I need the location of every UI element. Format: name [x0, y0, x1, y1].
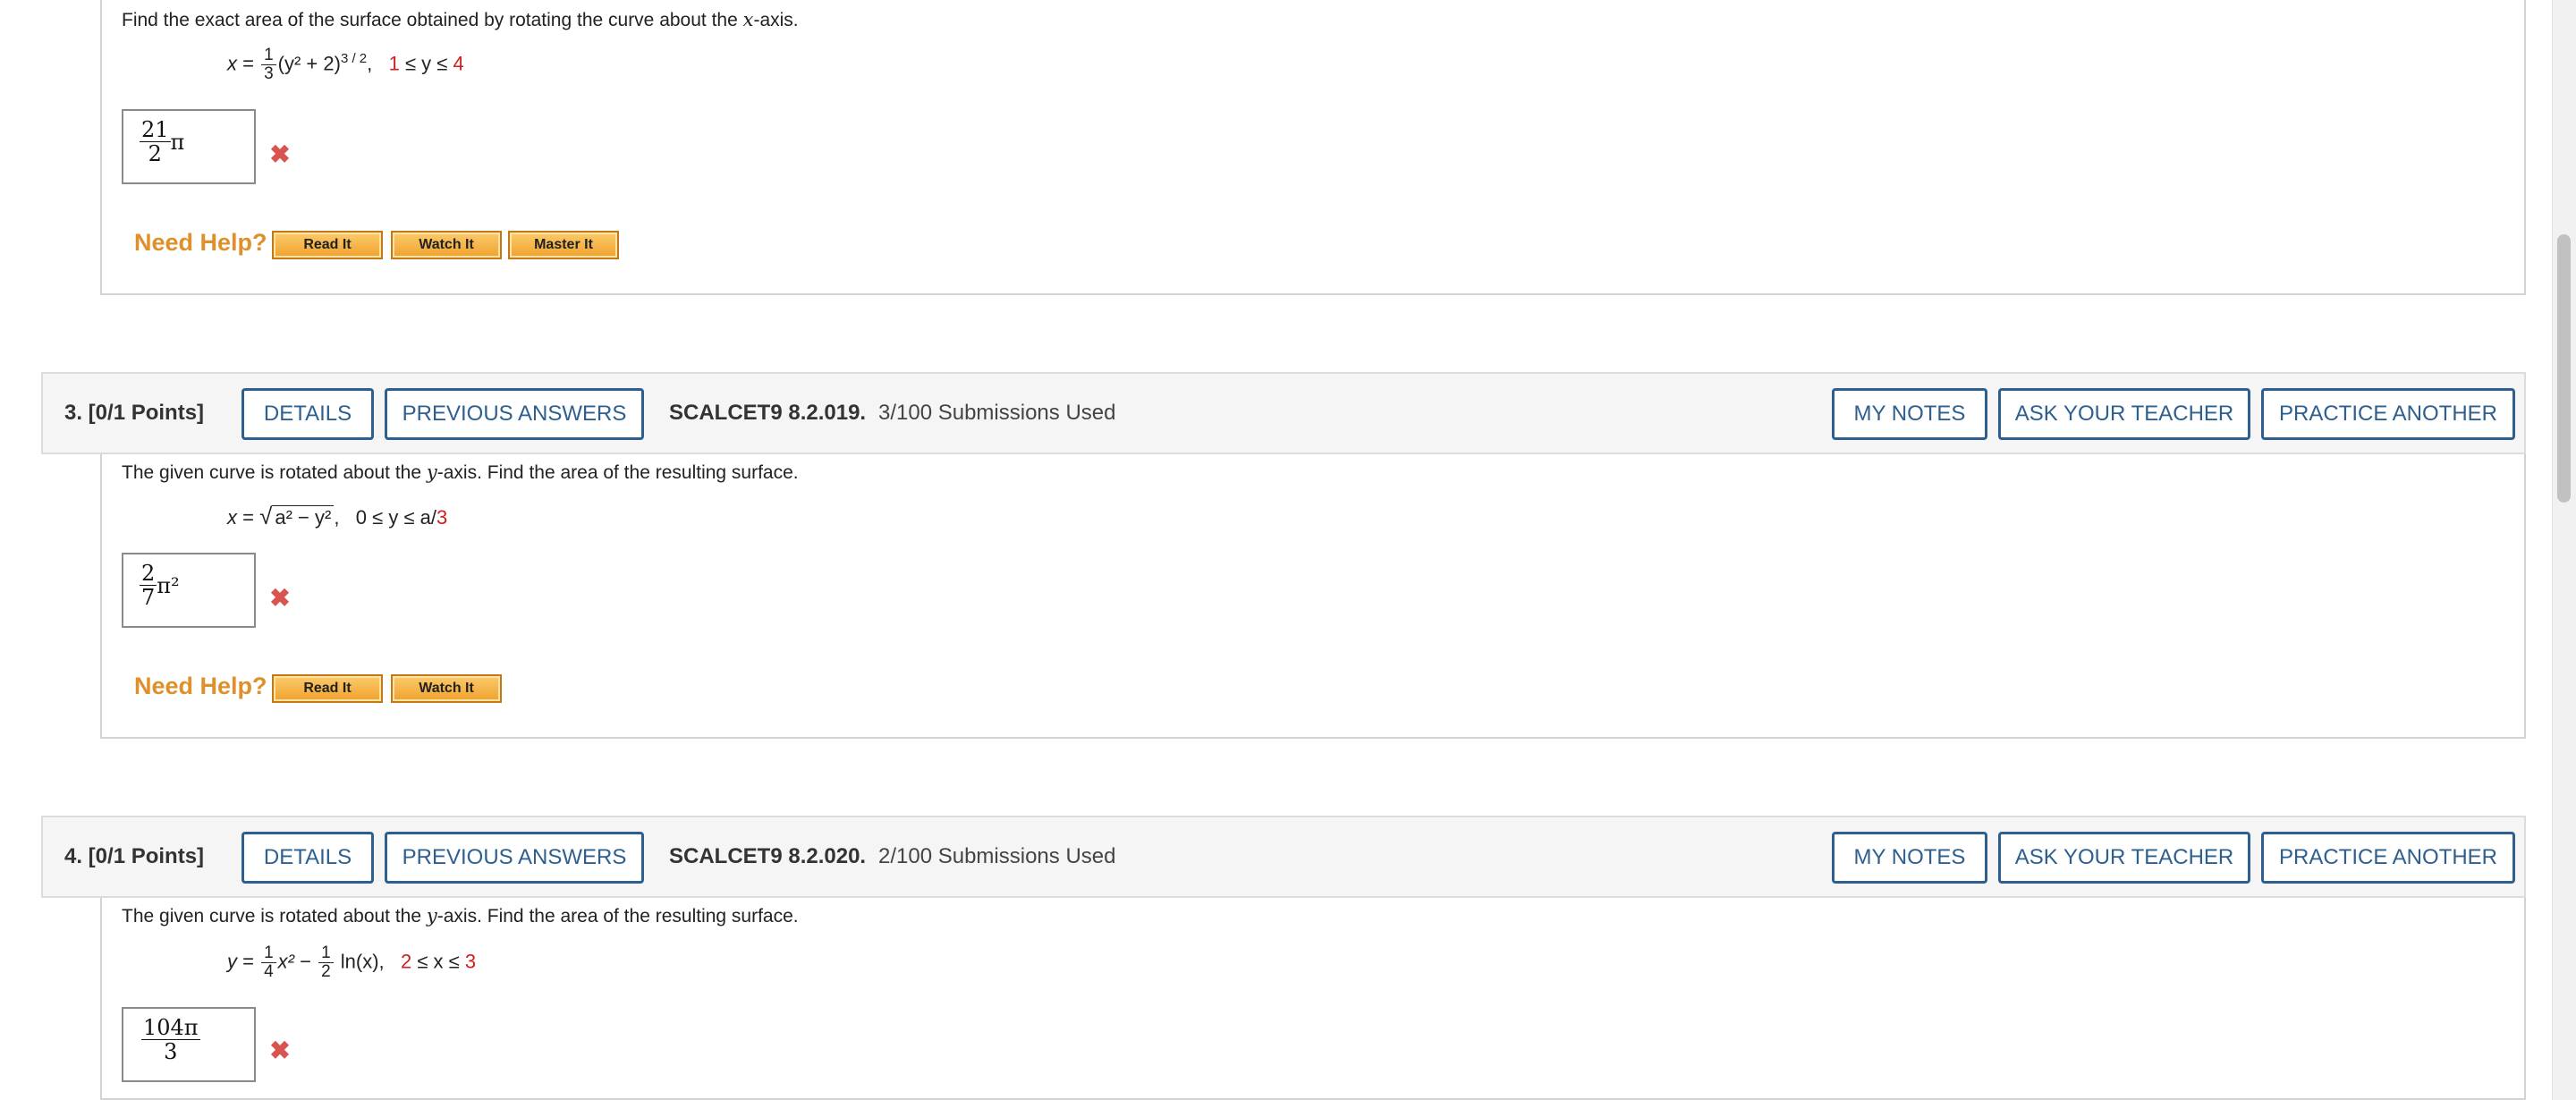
wrong-x-icon: ✖ — [269, 584, 291, 612]
scrollbar-thumb[interactable] — [2557, 234, 2571, 503]
answer-fraction: 27 — [140, 561, 157, 611]
need-help-label: Need Help? — [134, 673, 267, 699]
page-scrollbar[interactable] — [2552, 0, 2576, 1100]
question-2-formula: x = 1 3 (y² + 2)3 / 2, 1 ≤ y ≤ 4 — [227, 46, 464, 83]
answer-fraction: 21 2 — [140, 117, 171, 167]
question-3-header: 3. [0/1 Points] DETAILS PREVIOUS ANSWERS… — [41, 372, 2526, 454]
question-2-prompt: Find the exact area of the surface obtai… — [122, 9, 799, 30]
question-4-body: The given curve is rotated about the y-a… — [100, 898, 2526, 1100]
question-4-header: 4. [0/1 Points] DETAILS PREVIOUS ANSWERS… — [41, 816, 2526, 898]
assignment-page: Find the exact area of the surface obtai… — [0, 0, 2576, 1100]
question-number-points: 3. [0/1 Points] — [64, 401, 205, 425]
question-3-formula: x = √ a² − y², 0 ≤ y ≤ a/3 — [227, 503, 448, 530]
ask-your-teacher-button[interactable]: ASK YOUR TEACHER — [1998, 388, 2250, 440]
read-it-button[interactable]: Read It — [272, 674, 383, 703]
fraction: 13 — [261, 47, 276, 83]
previous-answers-button[interactable]: PREVIOUS ANSWERS — [385, 388, 644, 440]
watch-it-button[interactable]: Watch It — [391, 674, 502, 703]
read-it-button[interactable]: Read It — [272, 231, 383, 259]
answer-input[interactable]: 21 2 π — [122, 109, 256, 184]
answer-fraction: 104π 3 — [141, 1015, 200, 1065]
question-code: SCALCET9 8.2.020. — [669, 844, 867, 868]
question-3-prompt: The given curve is rotated about the y-a… — [122, 461, 799, 483]
axis-variable: x — [742, 9, 754, 30]
my-notes-button[interactable]: MY NOTES — [1832, 832, 1987, 884]
answer-input[interactable]: 104π 3 — [122, 1007, 256, 1082]
wrong-x-icon: ✖ — [269, 140, 291, 168]
details-button[interactable]: DETAILS — [242, 388, 374, 440]
question-4-prompt: The given curve is rotated about the y-a… — [122, 905, 799, 927]
fraction: 12 — [318, 944, 334, 981]
practice-another-button[interactable]: PRACTICE ANOTHER — [2261, 388, 2515, 440]
question-code: SCALCET9 8.2.019. — [669, 401, 867, 425]
question-number-points: 4. [0/1 Points] — [64, 844, 205, 868]
need-help-label: Need Help? — [134, 229, 267, 256]
ask-your-teacher-button[interactable]: ASK YOUR TEACHER — [1998, 832, 2250, 884]
axis-variable: y — [426, 905, 437, 927]
radical-sign: √ — [259, 503, 273, 529]
question-2-body: Find the exact area of the surface obtai… — [100, 0, 2526, 295]
answer-input[interactable]: 2 7 π² — [122, 553, 256, 628]
master-it-button[interactable]: Master It — [508, 231, 619, 259]
submissions-used: 2/100 Submissions Used — [878, 844, 1116, 868]
submissions-used: 3/100 Submissions Used — [878, 401, 1116, 425]
previous-answers-button[interactable]: PREVIOUS ANSWERS — [385, 832, 644, 884]
wrong-x-icon: ✖ — [269, 1037, 291, 1064]
axis-variable: y — [426, 461, 437, 483]
fraction: 14 — [261, 944, 276, 981]
practice-another-button[interactable]: PRACTICE ANOTHER — [2261, 832, 2515, 884]
question-4-formula: y = 1 4 x² − 12 ln(x), 2 ≤ x ≤ 3 — [227, 943, 477, 981]
details-button[interactable]: DETAILS — [242, 832, 374, 884]
watch-it-button[interactable]: Watch It — [391, 231, 502, 259]
square-root: √ a² − y² — [259, 503, 335, 530]
question-3-body: The given curve is rotated about the y-a… — [100, 454, 2526, 739]
my-notes-button[interactable]: MY NOTES — [1832, 388, 1987, 440]
